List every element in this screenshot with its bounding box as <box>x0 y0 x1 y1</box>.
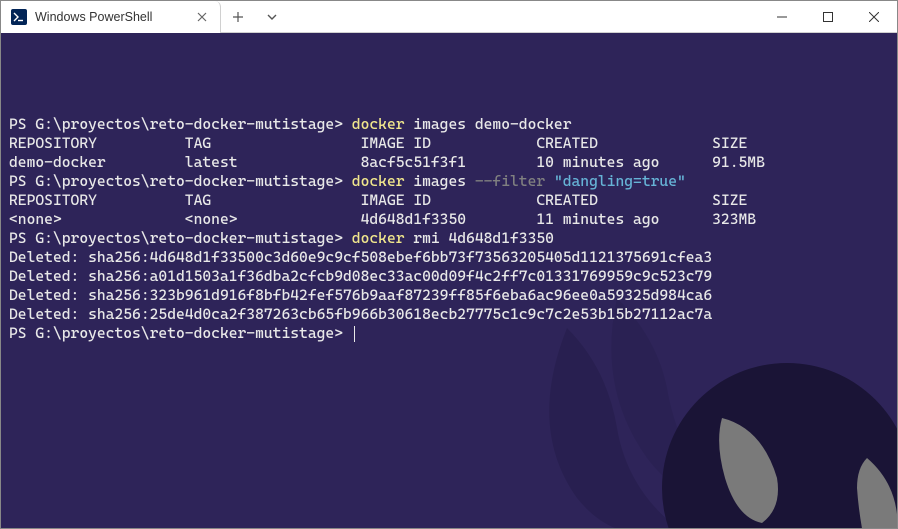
cmd-docker: docker <box>352 229 405 247</box>
output-line: Deleted: sha256:323b961d916f8bfb42fef576… <box>9 286 712 304</box>
col-size: SIZE <box>712 191 747 209</box>
cmd-text: rmi 4d648d1f3350 <box>405 229 554 247</box>
cmd-text: images demo-docker <box>405 115 572 133</box>
col-id: IMAGE ID <box>361 191 431 209</box>
window-controls <box>759 1 897 32</box>
new-tab-button[interactable] <box>221 1 255 32</box>
cmd-docker: docker <box>352 172 405 190</box>
col-size: SIZE <box>712 134 747 152</box>
cursor <box>354 326 355 342</box>
col-tag: TAG <box>185 134 211 152</box>
cell: latest <box>185 153 238 171</box>
prompt: PS G:\proyectos\reto-docker-mutistage> <box>9 229 343 247</box>
col-tag: TAG <box>185 191 211 209</box>
terminal-pane[interactable]: PS G:\proyectos\reto-docker-mutistage> d… <box>1 33 897 528</box>
col-created: CREATED <box>536 134 598 152</box>
col-repo: REPOSITORY <box>9 134 97 152</box>
cell: <none> <box>9 210 62 228</box>
maximize-button[interactable] <box>805 1 851 32</box>
prompt: PS G:\proyectos\reto-docker-mutistage> <box>9 324 343 342</box>
cell: 323MB <box>712 210 756 228</box>
cmd-docker: docker <box>352 115 405 133</box>
cell: 11 minutes ago <box>536 210 659 228</box>
cell: 91.5MB <box>712 153 765 171</box>
tab-dropdown-button[interactable] <box>255 1 289 32</box>
col-repo: REPOSITORY <box>9 191 97 209</box>
prompt: PS G:\proyectos\reto-docker-mutistage> <box>9 172 343 190</box>
prompt: PS G:\proyectos\reto-docker-mutistage> <box>9 115 343 133</box>
minimize-button[interactable] <box>759 1 805 32</box>
cmd-arg: "dangling=true" <box>554 172 686 190</box>
cell: 10 minutes ago <box>536 153 659 171</box>
terminal-output: PS G:\proyectos\reto-docker-mutistage> d… <box>9 115 889 343</box>
cell: 4d648d1f3350 <box>361 210 466 228</box>
output-line: Deleted: sha256:25de4d0ca2f387263cb65fb9… <box>9 305 712 323</box>
powershell-icon <box>11 9 27 25</box>
app-window: Windows PowerShell <box>0 0 898 529</box>
titlebar: Windows PowerShell <box>1 1 897 33</box>
close-button[interactable] <box>851 1 897 32</box>
output-line: Deleted: sha256:a01d1503a1f36dba2cfcb9d0… <box>9 267 712 285</box>
tab-title: Windows PowerShell <box>35 10 186 24</box>
cell: demo-docker <box>9 153 106 171</box>
col-id: IMAGE ID <box>361 134 431 152</box>
tab-powershell[interactable]: Windows PowerShell <box>1 1 221 33</box>
cmd-text: images <box>405 172 475 190</box>
output-line: Deleted: sha256:4d648d1f33500c3d60e9c9cf… <box>9 248 712 266</box>
cmd-flag: --filter <box>475 172 545 190</box>
tab-close-button[interactable] <box>194 9 210 25</box>
col-created: CREATED <box>536 191 598 209</box>
cell: <none> <box>185 210 238 228</box>
cell: 8acf5c51f3f1 <box>361 153 466 171</box>
